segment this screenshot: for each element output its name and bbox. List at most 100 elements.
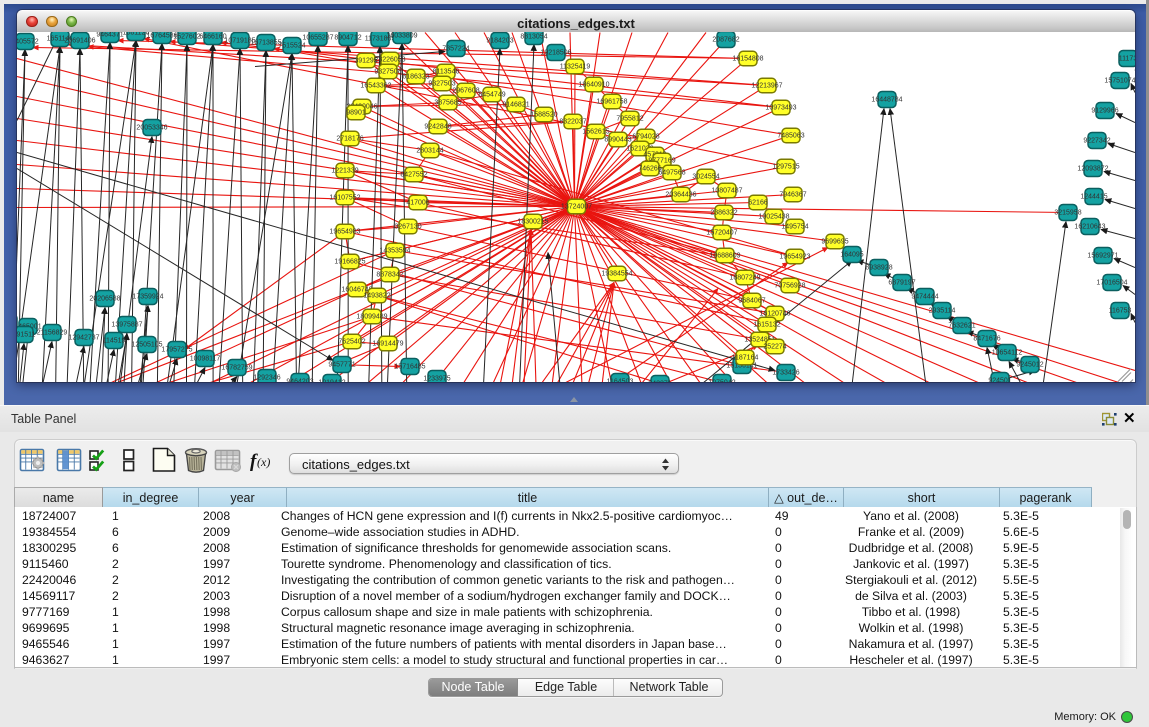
svg-text:12942737: 12942737 (68, 334, 99, 341)
svg-text:17016504: 17016504 (1096, 279, 1127, 286)
svg-text:11325419: 11325419 (560, 63, 591, 70)
svg-text:7625402: 7625402 (338, 338, 365, 345)
svg-text:15692971: 15692971 (1087, 252, 1118, 259)
svg-text:16154808: 16154808 (732, 55, 763, 62)
svg-text:10654112: 10654112 (992, 349, 1023, 356)
svg-text:8186323: 8186323 (402, 73, 429, 80)
svg-text:13975887: 13975887 (111, 321, 142, 328)
svg-text:6794028: 6794028 (632, 133, 659, 140)
svg-text:9129966: 9129966 (1091, 107, 1118, 114)
svg-text:7357224: 7357224 (442, 45, 469, 52)
svg-text:164095: 164095 (840, 251, 863, 258)
svg-text:15720407: 15720407 (706, 229, 737, 236)
svg-text:10973493: 10973493 (765, 104, 796, 111)
svg-text:1075042: 1075042 (708, 379, 735, 382)
svg-text:23226058: 23226058 (374, 56, 405, 63)
svg-text:16713855: 16713855 (250, 39, 281, 46)
svg-text:18640910: 18640910 (578, 81, 609, 88)
svg-text:9184203: 9184203 (486, 37, 513, 44)
svg-text:9146821: 9146821 (502, 101, 529, 108)
svg-text:19654983: 19654983 (329, 228, 360, 235)
svg-text:1588520: 1588520 (530, 111, 557, 118)
svg-text:8813054: 8813054 (520, 33, 547, 40)
svg-text:20206588: 20206588 (89, 295, 120, 302)
svg-text:10807487: 10807487 (711, 187, 742, 194)
svg-text:8471676: 8471676 (973, 335, 1000, 342)
svg-text:1233975: 1233975 (423, 375, 450, 382)
svg-text:12213967: 12213967 (751, 82, 782, 89)
svg-text:9464371: 9464371 (96, 32, 123, 39)
svg-text:18099489: 18099489 (356, 313, 387, 320)
svg-text:16782759: 16782759 (221, 364, 252, 371)
svg-text:18300215: 18300215 (517, 218, 548, 225)
svg-text:21156829: 21156829 (37, 329, 68, 336)
svg-text:8878342: 8878342 (376, 271, 403, 278)
svg-text:15716485: 15716485 (394, 363, 425, 370)
svg-text:6879197: 6879197 (888, 279, 915, 286)
svg-text:19384554: 19384554 (601, 270, 632, 277)
svg-text:3215958: 3215958 (1054, 209, 1081, 216)
svg-text:1493822: 1493822 (363, 292, 390, 299)
svg-text:2386322: 2386322 (710, 209, 737, 216)
svg-text:8938928: 8938928 (865, 264, 892, 271)
svg-text:3875685: 3875685 (434, 99, 461, 106)
svg-text:9242848: 9242848 (424, 123, 451, 130)
svg-text:98901: 98901 (346, 109, 366, 116)
svg-text:1244415: 1244415 (1080, 193, 1107, 200)
svg-text:2087682: 2087682 (712, 36, 739, 43)
svg-text:3024554: 3024554 (692, 173, 719, 180)
svg-text:20691406: 20691406 (64, 37, 95, 44)
svg-text:1019412: 1019412 (318, 379, 345, 382)
svg-text:15751074: 15751074 (1104, 77, 1135, 84)
svg-text:17359924: 17359924 (132, 293, 163, 300)
svg-text:70756928: 70756928 (774, 282, 805, 289)
svg-text:1562615: 1562615 (582, 128, 609, 135)
svg-text:391511: 391511 (17, 331, 36, 338)
svg-text:1297515: 1297515 (772, 163, 799, 170)
svg-text:17957275: 17957275 (161, 346, 192, 353)
svg-text:9464203: 9464203 (286, 378, 313, 382)
svg-text:3267130: 3267130 (394, 223, 421, 230)
svg-text:2935114: 2935114 (929, 307, 956, 314)
svg-text:10655287: 10655287 (302, 34, 333, 41)
svg-text:7485063: 7485063 (777, 132, 804, 139)
svg-text:2803144: 2803144 (416, 147, 443, 154)
svg-text:417006: 417006 (406, 199, 429, 206)
svg-text:8427552: 8427552 (400, 171, 427, 178)
svg-text:1187164: 1187164 (732, 354, 759, 361)
svg-text:19166825: 19166825 (334, 258, 365, 265)
svg-text:8904712: 8904712 (334, 34, 361, 41)
svg-text:16961758: 16961758 (596, 98, 627, 105)
svg-text:1405572: 1405572 (17, 38, 39, 45)
svg-text:9245012: 9245012 (1016, 361, 1043, 368)
svg-text:18807249: 18807249 (729, 274, 760, 281)
svg-text:6497568: 6497568 (658, 169, 685, 176)
svg-text:9699695: 9699695 (821, 238, 848, 245)
svg-text:16033809: 16033809 (386, 32, 417, 39)
svg-text:16120746: 16120746 (759, 310, 790, 317)
svg-text:20364436: 20364436 (665, 191, 696, 198)
svg-text:1615132: 1615132 (753, 321, 780, 328)
svg-text:8113546: 8113546 (433, 68, 460, 75)
svg-text:10098117: 10098117 (190, 355, 221, 362)
svg-text:16448784: 16448784 (871, 96, 902, 103)
svg-text:2967608: 2967608 (452, 87, 479, 94)
svg-text:7946367: 7946367 (779, 191, 806, 198)
svg-text:8990443: 8990443 (604, 136, 631, 143)
svg-text:9327503: 9327503 (428, 80, 455, 87)
svg-text:10025438: 10025438 (758, 213, 789, 220)
svg-text:19654923: 19654923 (779, 253, 810, 260)
svg-text:13724007: 13724007 (561, 203, 592, 210)
svg-text:(x): (x) (257, 455, 270, 469)
svg-text:16914479: 16914479 (372, 340, 403, 347)
svg-text:62166: 62166 (748, 199, 768, 206)
svg-text:16107552: 16107552 (329, 194, 360, 201)
svg-text:10688609: 10688609 (709, 252, 740, 259)
svg-text:12505105: 12505105 (131, 341, 162, 348)
svg-text:16543362: 16543362 (360, 82, 391, 89)
svg-text:1495754: 1495754 (781, 223, 808, 230)
svg-text:9684067: 9684067 (738, 297, 765, 304)
svg-text:9327508: 9327508 (374, 68, 401, 75)
svg-text:9474444: 9474444 (911, 293, 938, 300)
svg-text:9457771: 9457771 (328, 361, 355, 368)
